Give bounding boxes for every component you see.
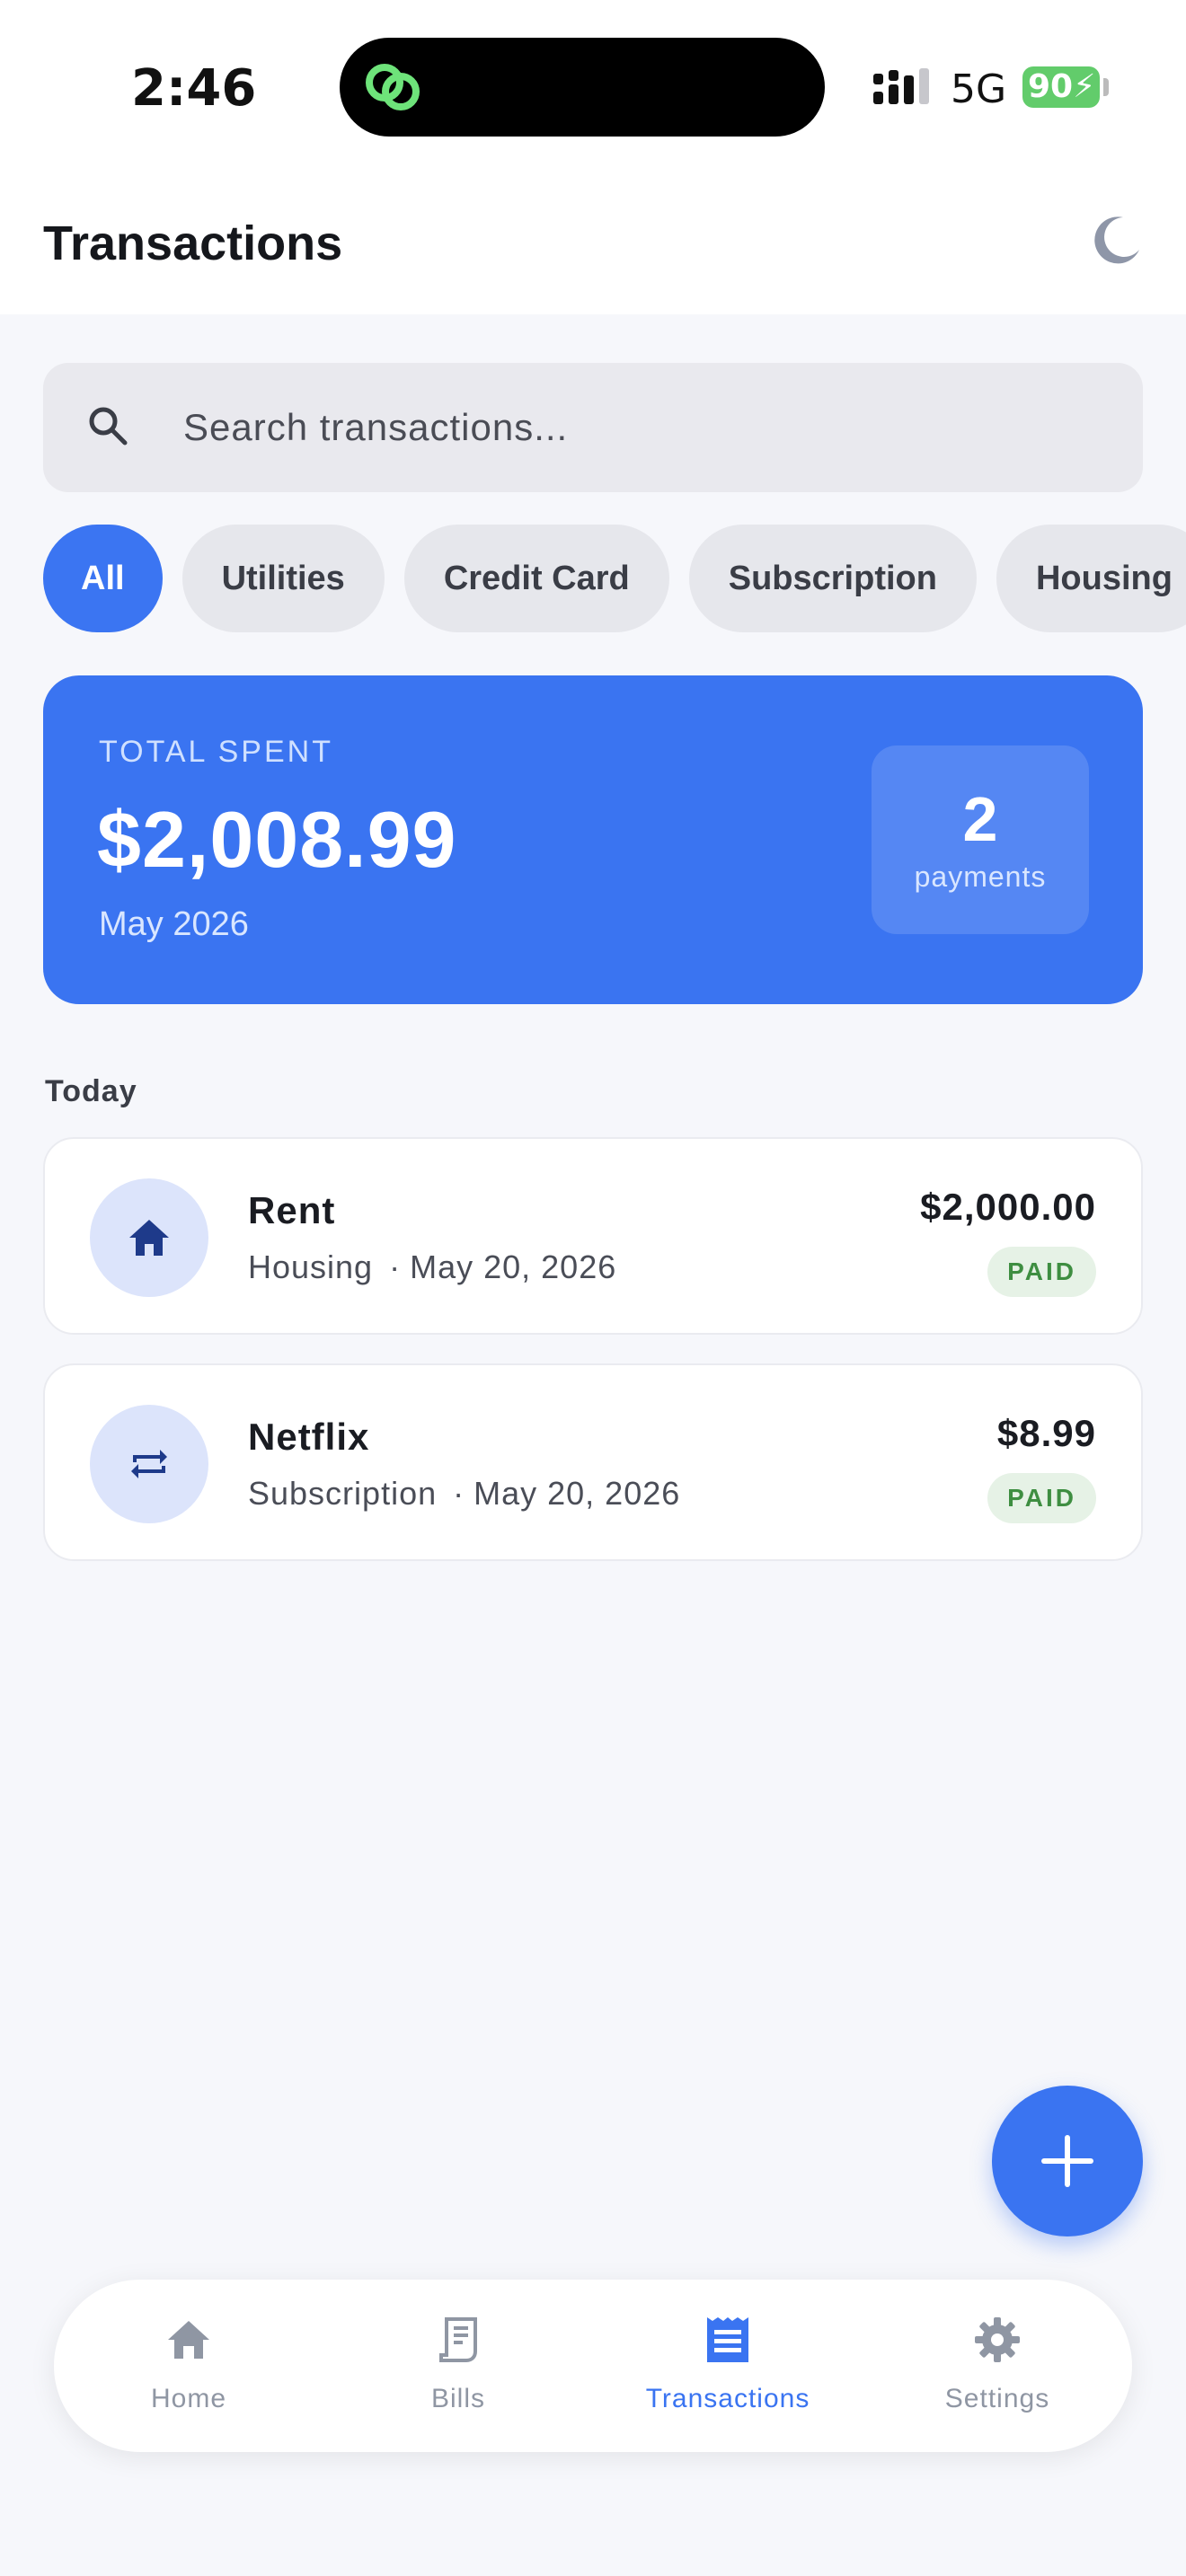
search-bar[interactable] — [43, 363, 1143, 492]
nav-item-settings[interactable]: Settings — [863, 2280, 1132, 2452]
network-type: 5G — [951, 66, 1007, 112]
gear-icon — [975, 2317, 1020, 2362]
transaction-category: Subscription — [248, 1475, 438, 1512]
payments-count-label: payments — [914, 860, 1047, 893]
nav-label: Home — [150, 2384, 227, 2413]
transaction-meta: Housing · May 20, 2026 — [248, 1248, 616, 1286]
transaction-icon-wrap — [90, 1405, 208, 1523]
transaction-category: Housing — [248, 1248, 374, 1285]
summary-card: TOTAL SPENT $2,008.99 May 2026 2 payment… — [43, 675, 1143, 1004]
transaction-date: May 20, 2026 — [410, 1248, 617, 1285]
nav-label: Transactions — [645, 2384, 810, 2413]
add-transaction-button[interactable] — [992, 2086, 1143, 2236]
signal-icon — [873, 68, 929, 104]
filter-chip-credit-card[interactable]: Credit Card — [403, 525, 669, 632]
nav-item-transactions[interactable]: Transactions — [593, 2280, 863, 2452]
search-input[interactable] — [183, 395, 1082, 460]
moon-icon[interactable] — [1089, 214, 1143, 268]
page-title: Transactions — [43, 216, 343, 270]
charging-icon: ⚡ — [1073, 68, 1096, 105]
filter-chip-all[interactable]: All — [43, 525, 163, 632]
transaction-icon-wrap — [90, 1178, 208, 1297]
nav-item-home[interactable]: Home — [54, 2280, 323, 2452]
bottom-nav: Home Bills Transactions Settings — [54, 2280, 1132, 2452]
transaction-amount: $8.99 — [996, 1412, 1096, 1454]
transaction-card[interactable]: Netflix Subscription · May 20, 2026 $8.99 … — [43, 1363, 1143, 1561]
transaction-date: May 20, 2026 — [474, 1475, 681, 1512]
nav-label: Bills — [430, 2384, 485, 2413]
transaction-amount: $2,000.00 — [920, 1186, 1096, 1228]
status-time: 2:46 — [131, 59, 257, 118]
search-icon — [89, 407, 128, 446]
section-label-today: Today — [45, 1074, 137, 1108]
nav-item-bills[interactable]: Bills — [323, 2280, 593, 2452]
payments-count: 2 — [962, 784, 998, 854]
summary-period: May 2026 — [99, 905, 249, 943]
meta-separator: · — [453, 1475, 465, 1512]
meta-separator: · — [389, 1248, 402, 1285]
link-app-icon — [366, 64, 420, 110]
repeat-icon — [131, 1450, 167, 1478]
plus-icon — [1041, 2135, 1093, 2187]
transaction-card[interactable]: Rent Housing · May 20, 2026 $2,000.00 PAID — [43, 1137, 1143, 1335]
transaction-name: Netflix — [248, 1416, 370, 1458]
transaction-name: Rent — [248, 1189, 336, 1231]
payments-count-box: 2 payments — [872, 745, 1089, 934]
summary-amount: $2,008.99 — [97, 795, 457, 884]
status-badge: PAID — [987, 1473, 1096, 1523]
filter-chips: All Utilities Credit Card Subscription Housi… — [43, 525, 1186, 632]
battery-indicator: 90⚡ — [1022, 66, 1100, 108]
battery-level: 90 — [1028, 68, 1074, 105]
list-icon — [707, 2317, 748, 2362]
filter-chip-subscription[interactable]: Subscription — [688, 525, 977, 632]
home-icon — [168, 2321, 209, 2359]
nav-label: Settings — [944, 2384, 1050, 2413]
dynamic-island — [340, 38, 825, 137]
status-badge: PAID — [987, 1247, 1096, 1297]
filter-chip-housing[interactable]: Housing — [996, 525, 1186, 632]
summary-label: TOTAL SPENT — [99, 735, 333, 769]
filter-chip-utilities[interactable]: Utilities — [181, 525, 385, 632]
receipt-icon — [439, 2317, 477, 2362]
transaction-meta: Subscription · May 20, 2026 — [248, 1475, 680, 1513]
status-bar: 2:46 5G 90⚡ — [0, 0, 1186, 171]
battery-tip — [1103, 78, 1109, 96]
home-icon — [129, 1220, 169, 1256]
